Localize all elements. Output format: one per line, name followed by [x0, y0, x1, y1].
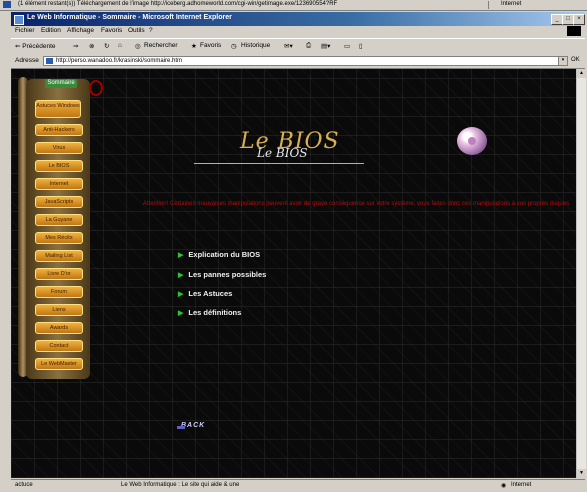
address-bar: Adresse http://perso.wanadoo.fr/krasinsk… [11, 55, 585, 69]
download-status-bar: (1 élément restant(s)) Téléchargement de… [0, 0, 587, 11]
sidebar-ornament-icon [89, 80, 103, 96]
menu-outils[interactable]: Outils [128, 27, 145, 34]
page-favicon-icon [46, 58, 53, 64]
window-title: Le Web Informatique - Sommaire - Microso… [27, 14, 232, 21]
nav-javascripts[interactable]: JavaScripts [35, 196, 83, 208]
back-button[interactable]: ⇐ Précédente [15, 42, 56, 50]
messenger-icon[interactable]: ▯ [359, 42, 363, 50]
link-label[interactable]: Les pannes possibles [188, 270, 266, 279]
download-zone: Internet [488, 1, 585, 9]
forward-button[interactable]: ⇒ [73, 42, 78, 50]
menu-bar: Fichier Edition Affichage Favoris Outils… [11, 26, 585, 37]
nav-webmaster[interactable]: Le WebMaster [35, 358, 83, 370]
link-definitions[interactable]: ▶ Les définitions [178, 308, 241, 317]
address-url[interactable]: http://perso.wanadoo.fr/krasinski/sommai… [56, 58, 182, 64]
nav-mes-recits[interactable]: Mes Récits [35, 232, 83, 244]
nav-forum[interactable]: Forum [35, 286, 83, 298]
toolbar: ⇐ Précédente ⇒ ⊗ ↻ ⌂ ◎ Rechercher ★ Favo… [11, 38, 585, 56]
status-left: actuce [15, 482, 33, 488]
nav-virus[interactable]: Virus [35, 142, 83, 154]
page-subtitle: Le BIOS [257, 146, 308, 160]
status-message: Le Web Informatique : Le site qui aide &… [121, 482, 240, 488]
address-dropdown-button[interactable]: ▾ [558, 56, 568, 66]
close-button[interactable]: × [573, 14, 585, 25]
link-label[interactable]: Les définitions [188, 308, 241, 317]
arrow-right-icon: ▶ [178, 252, 184, 259]
link-label[interactable]: Explication du BIOS [188, 250, 260, 259]
arrow-right-icon: ▶ [178, 272, 184, 279]
nav-livre-dor[interactable]: Livre D'or [35, 268, 83, 280]
menu-favoris[interactable]: Favoris [101, 27, 122, 34]
nav-le-bios[interactable]: Le BIOS [35, 160, 83, 172]
print-icon[interactable]: ⎙ [306, 42, 311, 50]
mail-icon[interactable]: ✉▾ [284, 42, 293, 50]
menu-help[interactable]: ? [149, 27, 153, 34]
title-underline [194, 163, 364, 164]
vertical-scrollbar[interactable]: ▲ ▼ [576, 69, 586, 478]
sidebar-title: Sommaire [45, 79, 77, 88]
favorites-icon: ★ [191, 43, 197, 50]
go-button[interactable]: OK [571, 57, 580, 63]
disc-icon [457, 127, 487, 155]
menu-affichage[interactable]: Affichage [67, 27, 94, 34]
discuss-icon[interactable]: ▭ [344, 42, 350, 50]
favorites-button[interactable]: Favoris [200, 42, 221, 49]
status-zone: Internet [511, 482, 532, 488]
arrow-right-icon: ▶ [178, 310, 184, 317]
stop-button[interactable]: ⊗ [89, 42, 94, 50]
link-pannes-possibles[interactable]: ▶ Les pannes possibles [178, 270, 266, 279]
scroll-down-button[interactable]: ▼ [577, 469, 586, 478]
edit-icon[interactable]: ▤▾ [321, 42, 330, 50]
link-explication-bios[interactable]: ▶ Explication du BIOS [178, 250, 260, 259]
ie-logo-icon [14, 15, 24, 25]
arrow-right-icon: ▶ [178, 291, 184, 298]
address-field[interactable]: http://perso.wanadoo.fr/krasinski/sommai… [43, 56, 563, 66]
address-label: Adresse [15, 57, 39, 64]
menu-fichier[interactable]: Fichier [15, 27, 35, 34]
windows-logo-icon [567, 26, 581, 36]
nav-la-guyane[interactable]: La Guyane [35, 214, 83, 226]
download-status-text: (1 élément restant(s)) Téléchargement de… [18, 1, 338, 7]
search-button[interactable]: Rechercher [144, 42, 178, 49]
link-label[interactable]: Les Astuces [188, 289, 232, 298]
history-button[interactable]: Historique [241, 42, 270, 49]
warning-text: Attention! Certaines mauvaises manipulat… [142, 201, 570, 207]
status-zone-icon: ◉ [501, 483, 507, 489]
nav-liens[interactable]: Liens [35, 304, 83, 316]
nav-contact[interactable]: Contact [35, 340, 83, 352]
history-icon: ◷ [231, 43, 237, 50]
nav-mailing-list[interactable]: Mailing List [35, 250, 83, 262]
window-titlebar[interactable]: Le Web Informatique - Sommaire - Microso… [11, 12, 585, 26]
menu-edition[interactable]: Edition [41, 27, 61, 34]
ie-page-icon [3, 1, 11, 8]
search-icon: ◎ [135, 43, 141, 50]
download-zone-label: Internet [501, 1, 522, 7]
home-button[interactable]: ⌂ [118, 42, 122, 49]
nav-awards[interactable]: Awards [35, 322, 83, 334]
link-astuces[interactable]: ▶ Les Astuces [178, 289, 232, 298]
nav-anti-hackers[interactable]: Anti-Hackers [35, 124, 83, 136]
status-bar: actuce Le Web Informatique : Le site qui… [11, 479, 585, 492]
refresh-button[interactable]: ↻ [104, 42, 109, 50]
nav-astuces-windows[interactable]: Astuces Windows [35, 100, 81, 118]
scroll-up-button[interactable]: ▲ [577, 69, 586, 78]
nav-internet[interactable]: Internet [35, 178, 83, 190]
back-link[interactable]: BACK [177, 422, 221, 434]
page-content: Sommaire Astuces Windows Anti-Hackers Vi… [11, 69, 576, 478]
